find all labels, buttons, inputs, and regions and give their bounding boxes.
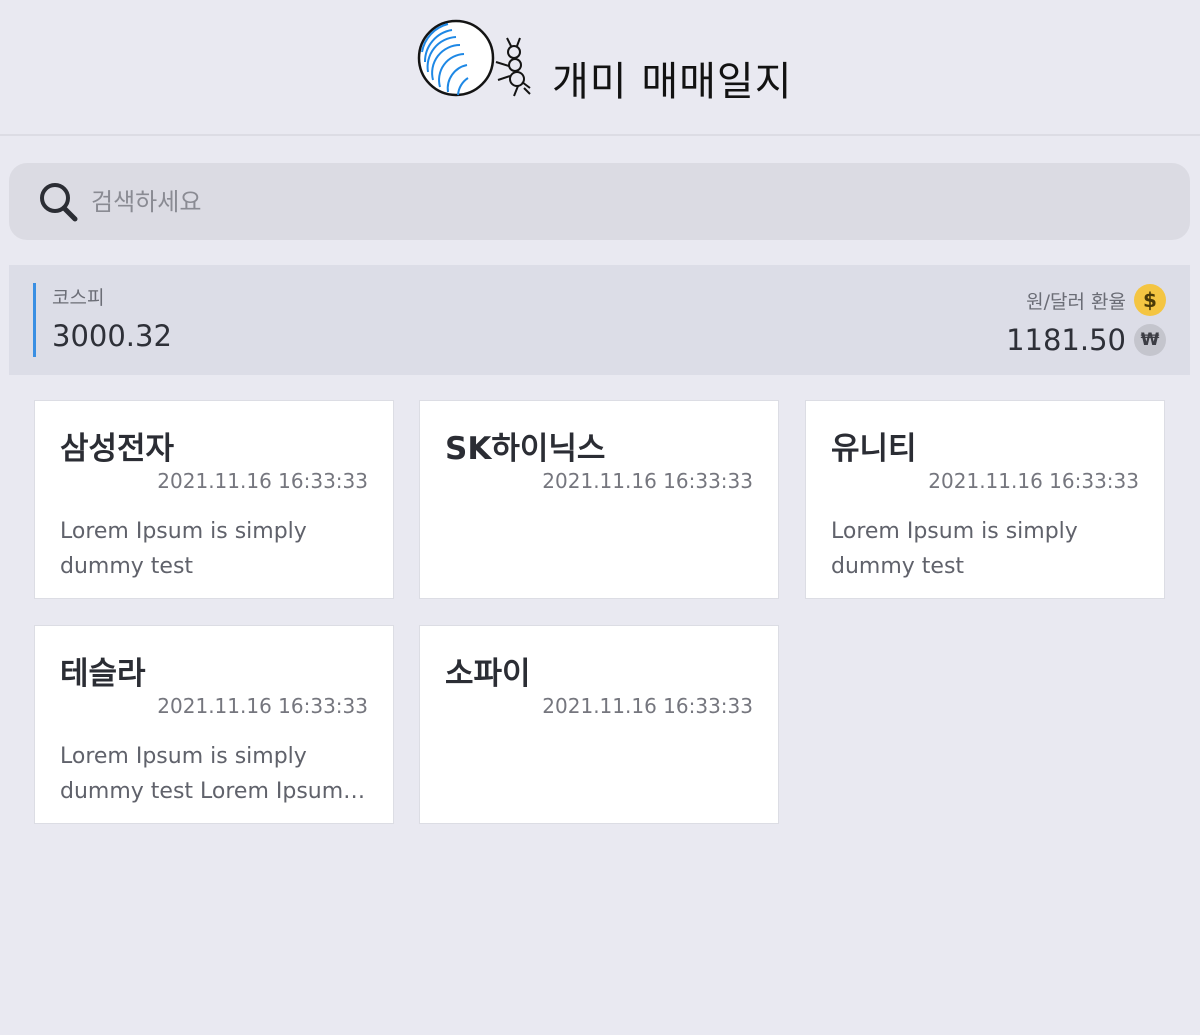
- card-title: 삼성전자: [60, 431, 175, 467]
- journal-card[interactable]: 유니티 2021.11.16 16:33:33 Lorem Ipsum is s…: [805, 400, 1165, 599]
- journal-card[interactable]: SK하이닉스 2021.11.16 16:33:33: [419, 400, 779, 599]
- exchange-rate-value-row: 1181.50 ₩: [1006, 323, 1166, 357]
- journal-card[interactable]: 삼성전자 2021.11.16 16:33:33 Lorem Ipsum is …: [34, 400, 394, 599]
- card-body: Lorem Ipsum is simply dummy test: [831, 519, 1078, 579]
- search-bar[interactable]: [9, 163, 1190, 240]
- ant-ball-logo-icon: [417, 19, 531, 97]
- card-title: 테슬라: [60, 656, 146, 692]
- dollar-coin-icon: $: [1134, 284, 1166, 316]
- exchange-rate-value: 1181.50: [1006, 323, 1126, 357]
- card-date: 2021.11.16 16:33:33: [157, 469, 368, 493]
- journal-card[interactable]: 테슬라 2021.11.16 16:33:33 Lorem Ipsum is s…: [34, 625, 394, 824]
- card-title: 소파이: [445, 656, 531, 692]
- card-date: 2021.11.16 16:33:33: [542, 694, 753, 718]
- exchange-rate-label-row: 원/달러 환율 $: [1026, 284, 1166, 316]
- accent-bar: [33, 283, 36, 357]
- search-input[interactable]: [91, 183, 1151, 221]
- card-title: SK하이닉스: [445, 431, 606, 467]
- kospi-value: 3000.32: [52, 319, 172, 353]
- card-title: 유니티: [831, 431, 917, 467]
- card-body: Lorem Ipsum is simply dummy test Lorem I…: [60, 744, 368, 804]
- card-date: 2021.11.16 16:33:33: [928, 469, 1139, 493]
- card-date: 2021.11.16 16:33:33: [542, 469, 753, 493]
- kospi-label: 코스피: [52, 287, 105, 309]
- exchange-rate-label: 원/달러 환율: [1026, 290, 1126, 313]
- app-title: 개미 매매일지: [552, 59, 793, 105]
- card-body: Lorem Ipsum is simply dummy test: [60, 519, 307, 579]
- market-summary: 코스피 3000.32 원/달러 환율 $ 1181.50 ₩: [9, 265, 1190, 375]
- journal-card[interactable]: 소파이 2021.11.16 16:33:33: [419, 625, 779, 824]
- search-icon[interactable]: [37, 181, 81, 225]
- app-header: 개미 매매일지: [0, 0, 1200, 136]
- card-date: 2021.11.16 16:33:33: [157, 694, 368, 718]
- won-coin-icon: ₩: [1134, 324, 1166, 356]
